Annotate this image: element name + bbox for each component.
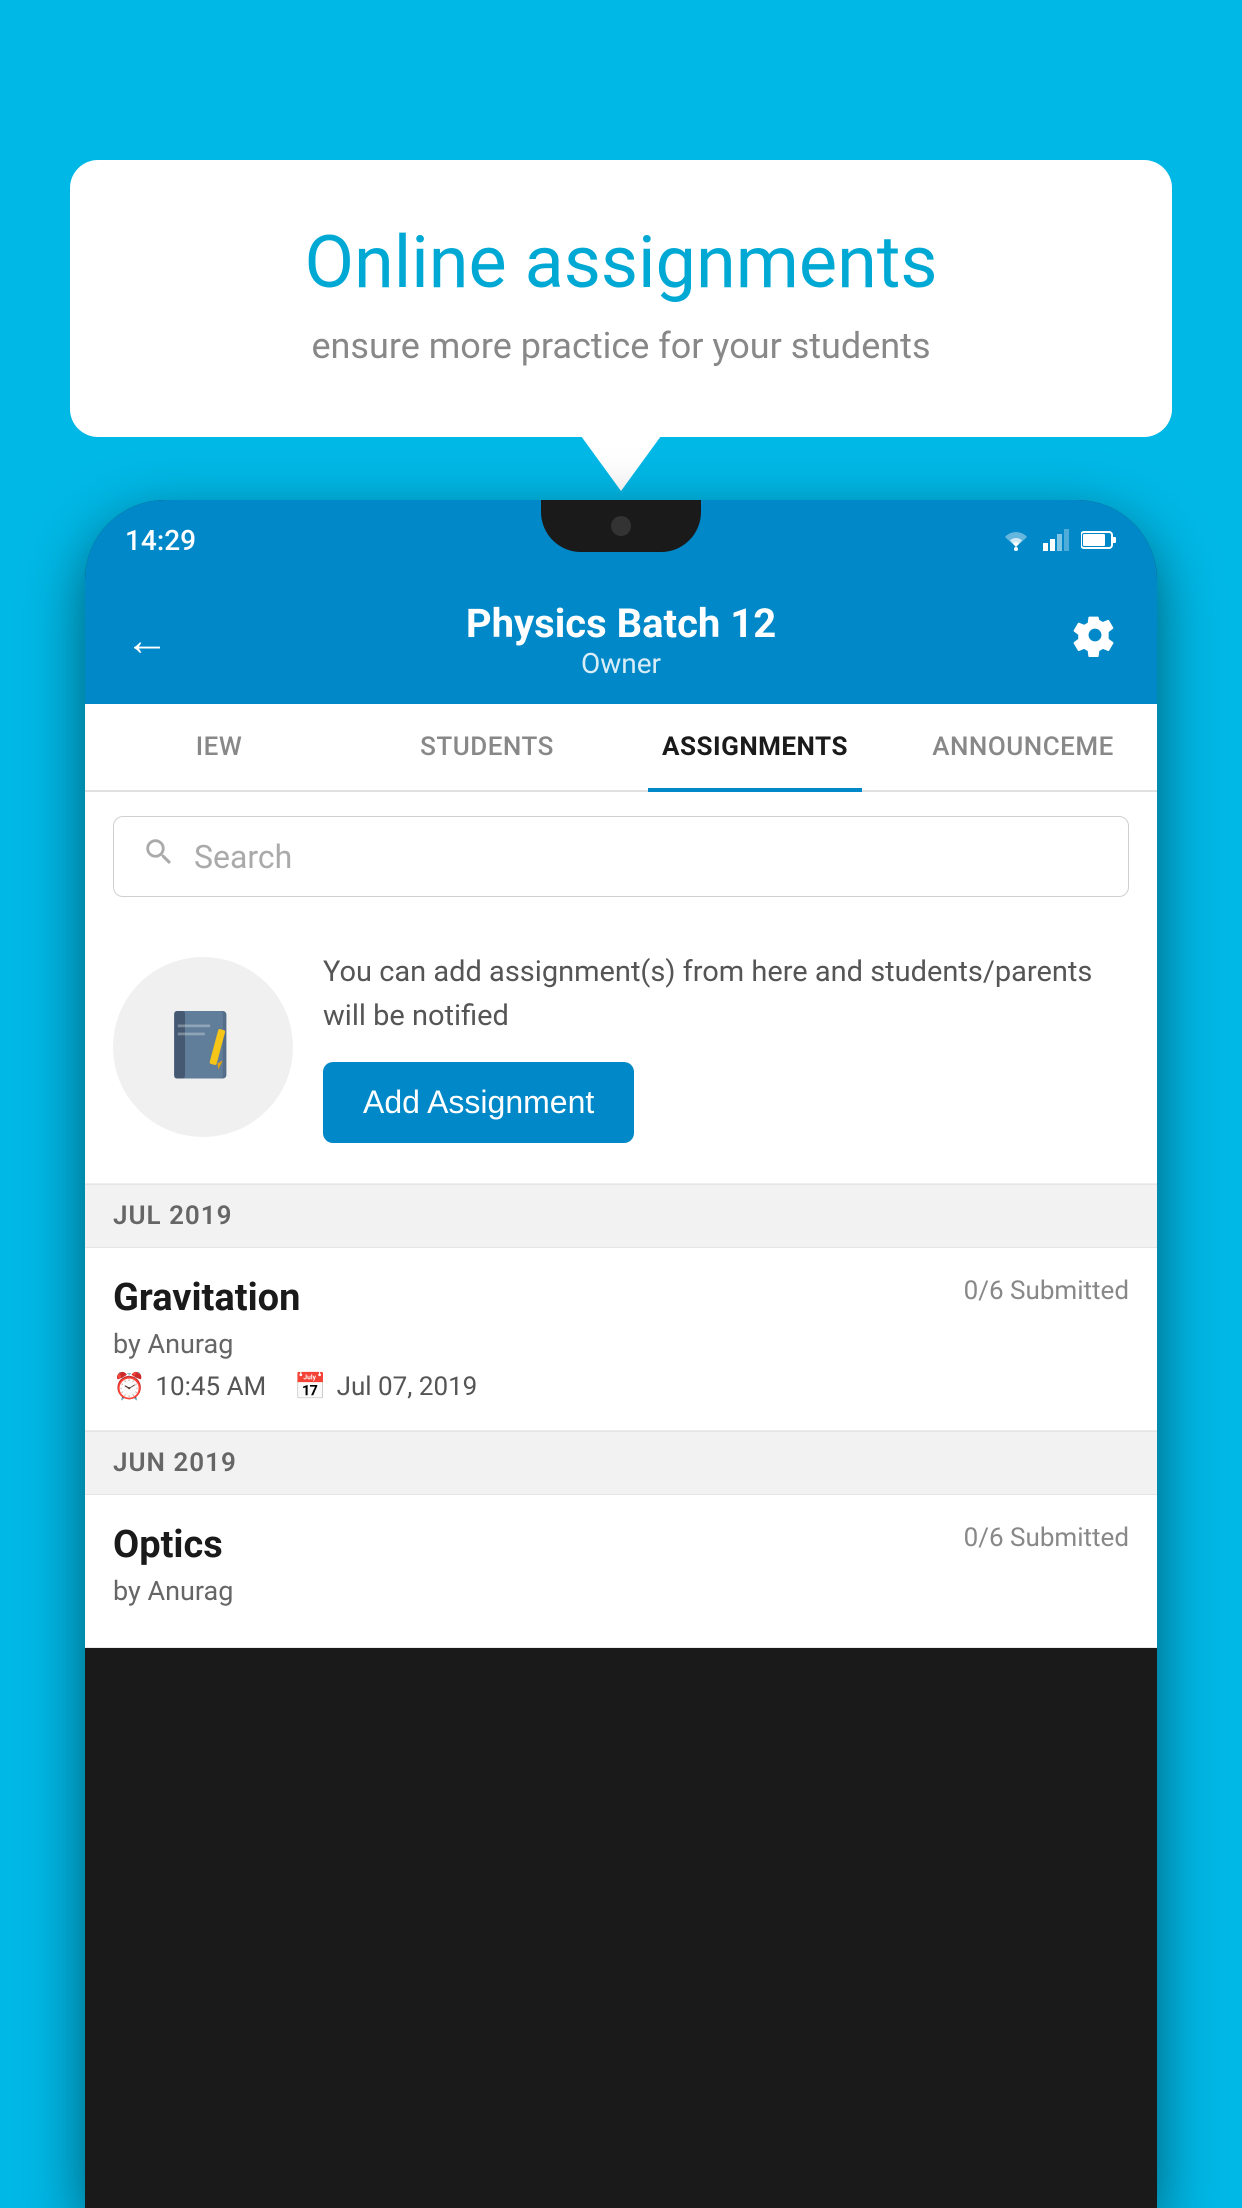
phone-mockup: 14:29 [85, 500, 1157, 2208]
screen-content: Search You can add assignment(s) [85, 792, 1157, 1648]
promo-subtitle: ensure more practice for your students [140, 325, 1102, 367]
search-bar-wrap: Search [85, 792, 1157, 921]
assignment-name-gravitation: Gravitation [113, 1276, 300, 1320]
promo-title: Online assignments [140, 220, 1102, 305]
assignment-by-gravitation: by Anurag [113, 1328, 1129, 1360]
notch [541, 500, 701, 552]
assignment-by-optics: by Anurag [113, 1575, 1129, 1607]
empty-state-text: You can add assignment(s) from here and … [323, 951, 1129, 1143]
app-bar-title: Physics Batch 12 [466, 600, 776, 647]
app-bar-subtitle: Owner [466, 647, 776, 680]
gear-icon [1073, 613, 1117, 657]
tab-announcements[interactable]: ANNOUNCEME [889, 704, 1157, 790]
magnifier-icon [142, 835, 176, 869]
empty-state-desc: You can add assignment(s) from here and … [323, 951, 1129, 1038]
search-bar[interactable]: Search [113, 816, 1129, 897]
assignment-item-gravitation[interactable]: Gravitation 0/6 Submitted by Anurag ⏰ 10… [85, 1248, 1157, 1431]
section-header-jul: JUL 2019 [85, 1184, 1157, 1248]
tab-students[interactable]: STUDENTS [353, 704, 621, 790]
tab-iew[interactable]: IEW [85, 704, 353, 790]
meta-time-gravitation: ⏰ 10:45 AM [113, 1372, 266, 1402]
tabs: IEW STUDENTS ASSIGNMENTS ANNOUNCEME [85, 704, 1157, 792]
search-icon [142, 835, 176, 878]
signal-icon [1043, 529, 1069, 551]
empty-icon-circle [113, 957, 293, 1137]
meta-date-gravitation: 📅 Jul 07, 2019 [294, 1372, 477, 1402]
status-icons [1001, 529, 1117, 551]
empty-state: You can add assignment(s) from here and … [85, 921, 1157, 1184]
promo-card: Online assignments ensure more practice … [70, 160, 1172, 437]
notebook-icon [158, 1002, 248, 1092]
camera [611, 516, 631, 536]
calendar-icon: 📅 [294, 1372, 326, 1402]
assignment-name-optics: Optics [113, 1523, 223, 1567]
app-bar: ← Physics Batch 12 Owner [85, 580, 1157, 704]
tab-assignments[interactable]: ASSIGNMENTS [621, 704, 889, 790]
assignment-item-optics[interactable]: Optics 0/6 Submitted by Anurag [85, 1495, 1157, 1648]
assignment-row1: Gravitation 0/6 Submitted [113, 1276, 1129, 1320]
battery-icon [1081, 530, 1117, 550]
settings-button[interactable] [1073, 613, 1117, 668]
meta-time-value: 10:45 AM [155, 1372, 266, 1402]
clock-icon: ⏰ [113, 1372, 145, 1402]
app-bar-center: Physics Batch 12 Owner [466, 600, 776, 680]
section-header-jun: JUN 2019 [85, 1431, 1157, 1495]
add-assignment-button[interactable]: Add Assignment [323, 1062, 634, 1143]
back-button[interactable]: ← [125, 614, 169, 666]
assignment-submitted-gravitation: 0/6 Submitted [964, 1276, 1129, 1306]
assignment-submitted-optics: 0/6 Submitted [964, 1523, 1129, 1553]
status-bar: 14:29 [85, 500, 1157, 580]
search-placeholder: Search [194, 838, 292, 876]
status-time: 14:29 [125, 524, 196, 557]
assignment-row1-optics: Optics 0/6 Submitted [113, 1523, 1129, 1567]
meta-date-value: Jul 07, 2019 [337, 1372, 478, 1402]
assignment-meta-gravitation: ⏰ 10:45 AM 📅 Jul 07, 2019 [113, 1372, 1129, 1402]
wifi-icon [1001, 529, 1031, 551]
